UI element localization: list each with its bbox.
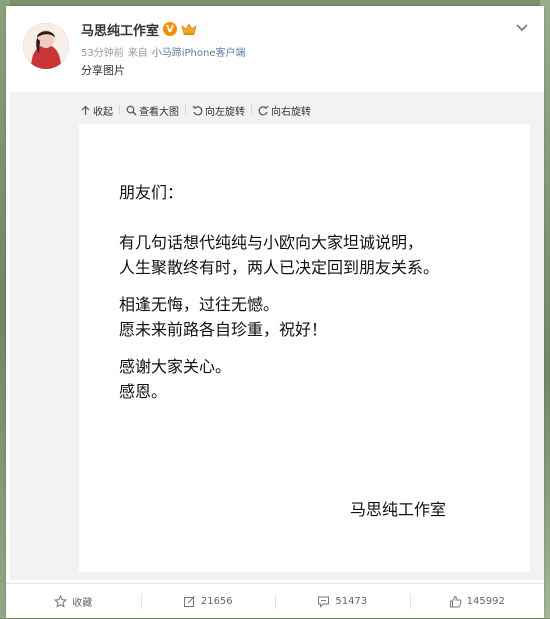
like-button[interactable]: 145992 (409, 584, 545, 619)
rotate-right-label: 向右旋转 (271, 106, 311, 118)
chevron-down-icon[interactable] (514, 20, 530, 36)
view-large-label: 查看大图 (139, 106, 179, 118)
favorite-button[interactable]: 收藏 (6, 584, 141, 619)
thumbs-up-icon (449, 595, 462, 608)
magnifier-icon (126, 105, 137, 115)
rotate-left-label: 向左旋转 (205, 106, 245, 118)
source-prefix: 来自 (127, 48, 148, 59)
action-bar: 收藏 21656 51473 145992 (6, 583, 544, 619)
collapse-button[interactable]: 收起 (74, 100, 119, 120)
media-toolbar: 收起 查看大图 向左旋转 向右旋转 (74, 100, 317, 120)
letter-line: 有几句话想代纯纯与小欧向大家坦诚说明， (119, 233, 424, 252)
verified-badge-icon: V (163, 22, 178, 36)
media-panel: 收起 查看大图 向左旋转 向右旋转 朋友们： 有几句话想代纯纯与小欧向大家坦诚说… (10, 92, 544, 580)
post-meta: 53分钟前 来自 小马蹄iPhone客户端 (81, 44, 246, 59)
author-name[interactable]: 马思纯工作室 (81, 20, 159, 39)
shared-image[interactable]: 朋友们： 有几句话想代纯纯与小欧向大家坦诚说明， 人生聚散终有时，两人已决定回到… (79, 124, 530, 572)
comment-icon (318, 596, 330, 608)
avatar[interactable] (23, 23, 69, 69)
like-count: 145992 (466, 596, 505, 607)
post-header: 马思纯工作室 V 53分钟前 来自 小马蹄iPhone客户端 分享图片 (6, 6, 544, 92)
post-text: 分享图片 (81, 64, 125, 77)
author-row: 马思纯工作室 V (81, 18, 197, 40)
collapse-label: 收起 (93, 106, 113, 118)
comment-button[interactable]: 51473 (275, 584, 410, 619)
comment-count: 51473 (335, 596, 368, 607)
arrow-up-icon (81, 105, 90, 115)
letter-text: 朋友们： 有几句话想代纯纯与小欧向大家坦诚说明， 人生聚散终有时，两人已决定回到… (119, 180, 439, 404)
favorite-label: 收藏 (72, 598, 93, 609)
letter-line: 人生聚散终有时，两人已决定回到朋友关系。 (119, 258, 440, 277)
letter-greeting: 朋友们： (119, 183, 184, 202)
rotate-right-button[interactable]: 向右旋转 (252, 100, 317, 120)
letter-line: 相逢无悔，过往无憾。 (119, 295, 280, 314)
rotate-left-icon (192, 105, 203, 115)
repost-icon (183, 596, 195, 607)
rotate-left-button[interactable]: 向左旋转 (186, 100, 251, 120)
repost-count: 21656 (200, 596, 233, 607)
rotate-right-icon (258, 105, 269, 115)
letter-line: 愿未来前路各自珍重，祝好！ (119, 320, 328, 339)
repost-button[interactable]: 21656 (140, 584, 276, 619)
letter-line: 感恩。 (119, 382, 168, 401)
letter-line: 感谢大家关心。 (119, 357, 232, 376)
letter-signature: 马思纯工作室 (350, 500, 447, 519)
post-source-link[interactable]: 小马蹄iPhone客户端 (152, 44, 246, 59)
post-time[interactable]: 53分钟前 (81, 44, 124, 59)
avatar-image (23, 23, 69, 69)
star-icon (54, 595, 68, 608)
weibo-post-card: 马思纯工作室 V 53分钟前 来自 小马蹄iPhone客户端 分享图片 收起 查… (6, 6, 544, 618)
vip-crown-icon (181, 22, 197, 36)
view-large-button[interactable]: 查看大图 (120, 100, 185, 120)
